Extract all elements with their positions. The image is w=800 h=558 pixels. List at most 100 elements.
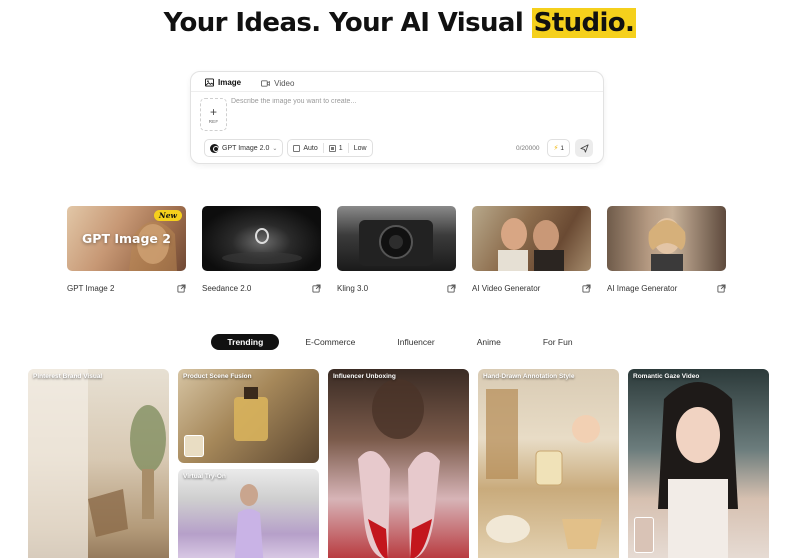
feature-title: AI Image Generator: [607, 284, 678, 293]
feature-meta: Kling 3.0: [337, 284, 456, 293]
plus-icon: +: [209, 104, 217, 119]
reference-thumbnail: [634, 517, 654, 553]
page-title: Your Ideas. Your AI Visual Studio.: [164, 8, 637, 38]
prompt-submit-area: 0/20000 ⚡ 1: [516, 139, 593, 157]
gallery-column: Hand-Drawn Annotation Style: [478, 369, 619, 558]
tab-video[interactable]: Video: [259, 76, 296, 92]
gallery-column: Romantic Gaze Video: [628, 369, 769, 558]
aspect-label: Auto: [303, 144, 318, 152]
category-tabs: Trending E-Commerce Influencer Anime For…: [0, 334, 800, 350]
feature-gpt-image-2[interactable]: GPT Image 2 New GPT Image 2: [67, 206, 186, 293]
tile-label: Product Scene Fusion: [183, 373, 252, 380]
send-button[interactable]: [575, 139, 593, 157]
credits-badge: ⚡ 1: [547, 139, 570, 157]
feature-title: Kling 3.0: [337, 284, 369, 293]
feature-meta: AI Video Generator: [472, 284, 591, 293]
tab-image-label: Image: [218, 78, 242, 87]
quality-label: Low: [353, 144, 367, 152]
prompt-card: Image Video + REF GPT Image 2.0 ⌄ Auto 1: [190, 71, 604, 164]
tab-anime[interactable]: Anime: [461, 334, 517, 350]
ring-art: [222, 228, 302, 264]
bolt-icon: ⚡: [553, 145, 559, 152]
mode-tabs: Image Video: [203, 76, 296, 92]
cafe-art: [486, 389, 602, 549]
feature-overlay-title: GPT Image 2: [82, 231, 171, 246]
gallery-tile-product-scene[interactable]: Product Scene Fusion: [178, 369, 319, 463]
aspect-square-icon: [293, 144, 301, 152]
feature-meta: Seedance 2.0: [202, 284, 321, 293]
aspect-ratio-selector[interactable]: Auto: [288, 140, 322, 156]
feature-meta: GPT Image 2: [67, 284, 186, 293]
model-selector[interactable]: GPT Image 2.0 ⌄: [204, 139, 284, 157]
feature-kling[interactable]: Kling 3.0: [337, 206, 456, 293]
prompt-controls: GPT Image 2.0 ⌄ Auto 1 Low: [204, 139, 373, 157]
feature-meta: AI Image Generator: [607, 284, 726, 293]
heels-art: [358, 379, 440, 558]
camera-art: [359, 220, 433, 266]
tab-video-label: Video: [274, 78, 295, 88]
tab-trending[interactable]: Trending: [211, 334, 280, 350]
couple-art: [498, 218, 564, 271]
feature-title: AI Video Generator: [472, 284, 541, 293]
title-main: Your Ideas. Your AI Visual: [163, 8, 532, 38]
ref-label: REF: [208, 118, 219, 124]
feature-cards: GPT Image 2 New GPT Image 2 Seedance 2.0…: [67, 206, 726, 293]
images-icon: [328, 144, 336, 152]
new-badge: New: [153, 210, 182, 221]
external-link-icon[interactable]: [447, 284, 456, 293]
tile-label: Pinterest Brand Visual: [33, 373, 103, 380]
feature-ai-image-generator[interactable]: AI Image Generator: [607, 206, 726, 293]
gallery-tile-influencer-unboxing[interactable]: Influencer Unboxing: [328, 369, 469, 558]
title-highlight: Studio.: [531, 8, 637, 38]
hero: Your Ideas. Your AI Visual Studio.: [0, 8, 800, 38]
external-link-icon[interactable]: [312, 284, 321, 293]
reference-thumbnail: [184, 435, 204, 457]
gallery-tile-romantic-gaze[interactable]: Romantic Gaze Video: [628, 369, 769, 558]
woman-portrait-art: [648, 218, 686, 271]
external-link-icon[interactable]: [717, 284, 726, 293]
tile-label: Romantic Gaze Video: [633, 373, 700, 380]
quality-selector[interactable]: Low: [349, 140, 372, 156]
feature-thumbnail: [337, 206, 456, 271]
gallery-column: Product Scene Fusion Virtual Try-On: [178, 369, 319, 558]
gallery-column: Pinterest Brand Visual: [28, 369, 169, 558]
gallery-tile-pinterest[interactable]: Pinterest Brand Visual: [28, 369, 169, 558]
tabs-divider: [191, 91, 603, 92]
send-icon: [579, 143, 589, 153]
credits-value: 1: [560, 144, 564, 152]
feature-title: Seedance 2.0: [202, 284, 252, 293]
tile-label: Influencer Unboxing: [333, 373, 396, 380]
prompt-input[interactable]: [231, 98, 591, 105]
tab-e-commerce[interactable]: E-Commerce: [289, 334, 371, 350]
video-icon: [261, 79, 271, 87]
tile-label: Hand-Drawn Annotation Style: [483, 373, 575, 380]
feature-thumbnail: [472, 206, 591, 271]
feature-thumbnail: [607, 206, 726, 271]
gallery-tile-virtual-tryon[interactable]: Virtual Try-On: [178, 469, 319, 558]
image-icon: [205, 78, 214, 87]
interior-art: [28, 369, 166, 558]
feature-seedance[interactable]: Seedance 2.0: [202, 206, 321, 293]
options-group: Auto 1 Low: [287, 139, 373, 157]
tab-image[interactable]: Image: [203, 76, 244, 92]
gallery-column: Influencer Unboxing: [328, 369, 469, 558]
chevron-down-icon: ⌄: [272, 145, 278, 152]
feature-thumbnail: GPT Image 2 New: [67, 206, 186, 271]
gallery: Pinterest Brand Visual Product Scene Fus…: [28, 369, 769, 558]
tab-influencer[interactable]: Influencer: [381, 334, 450, 350]
feature-thumbnail: [202, 206, 321, 271]
feature-title: GPT Image 2: [67, 284, 115, 293]
count-label: 1: [338, 144, 343, 152]
model-label: GPT Image 2.0: [222, 144, 270, 152]
openai-logo-icon: [210, 143, 219, 153]
external-link-icon[interactable]: [582, 284, 591, 293]
gallery-tile-hand-drawn[interactable]: Hand-Drawn Annotation Style: [478, 369, 619, 558]
tile-label: Virtual Try-On: [183, 473, 226, 480]
feature-ai-video-generator[interactable]: AI Video Generator: [472, 206, 591, 293]
image-count-selector[interactable]: 1: [324, 140, 348, 156]
reference-upload-button[interactable]: + REF: [200, 98, 227, 131]
model-art: [234, 484, 264, 558]
external-link-icon[interactable]: [177, 284, 186, 293]
tab-for-fun[interactable]: For Fun: [527, 334, 589, 350]
char-counter: 0/20000: [515, 144, 540, 152]
